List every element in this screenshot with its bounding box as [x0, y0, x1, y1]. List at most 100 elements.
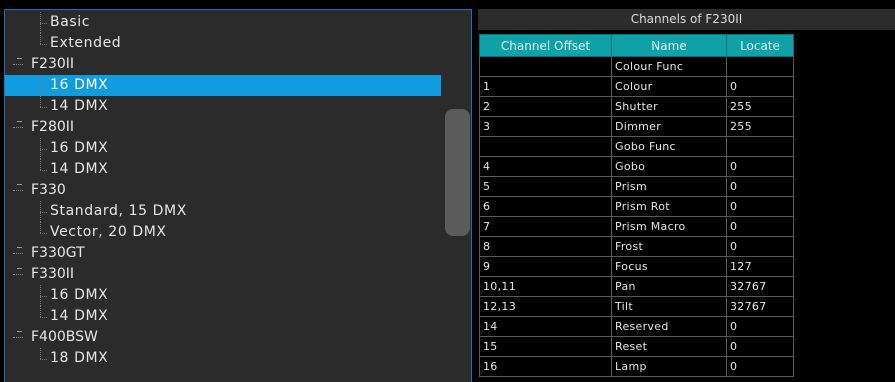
- cell-channel-offset: 10,11: [479, 276, 612, 297]
- tree-leaf[interactable]: 14 DMX: [5, 96, 441, 117]
- column-header-channel-offset[interactable]: Channel Offset: [479, 34, 612, 57]
- tree-scrollbar[interactable]: [441, 10, 471, 382]
- collapse-icon[interactable]: [17, 247, 22, 248]
- tree-connector: [40, 359, 47, 360]
- tree-leaf[interactable]: Basic: [5, 12, 441, 33]
- table-row[interactable]: 2 Shutter 255: [479, 96, 794, 117]
- tree-node[interactable]: F330II: [5, 264, 441, 285]
- table-row[interactable]: 15 Reset 0: [479, 336, 794, 357]
- tree-connector: [40, 348, 41, 359]
- tree-connector: [40, 23, 47, 24]
- cell-locate: 255: [726, 96, 794, 117]
- tree-leaf[interactable]: Extended: [5, 33, 441, 54]
- cell-channel-offset: 16: [479, 356, 612, 377]
- tree-node[interactable]: F230II: [5, 54, 441, 75]
- cell-name: Dimmer: [611, 116, 727, 137]
- table-row[interactable]: 3 Dimmer 255: [479, 116, 794, 137]
- cell-channel-offset: 4: [479, 156, 612, 177]
- cell-name: Reset: [611, 336, 727, 357]
- cell-channel-offset: 12,13: [479, 296, 612, 317]
- tree-node[interactable]: F330: [5, 180, 441, 201]
- tree-connector: [40, 96, 41, 107]
- table-row[interactable]: 4 Gobo 0: [479, 156, 794, 177]
- table-row[interactable]: 1 Colour 0: [479, 76, 794, 97]
- column-header-locate[interactable]: Locate: [726, 34, 794, 57]
- collapse-icon[interactable]: [17, 331, 22, 332]
- cell-locate: 32767: [726, 276, 794, 297]
- tree-leaf[interactable]: Vector, 20 DMX: [5, 222, 441, 243]
- tree-item-label: F330GT: [31, 245, 85, 261]
- tree-connector: [40, 12, 41, 33]
- tree-connector: [40, 159, 41, 170]
- tree-item-label: F330: [31, 182, 66, 198]
- tree-item-label: Basic: [50, 14, 91, 30]
- table-row[interactable]: Colour Func: [479, 56, 794, 77]
- tree-connector: [40, 222, 41, 233]
- tree-item-label: Extended: [50, 35, 122, 51]
- channels-title: Channels of F230II: [478, 9, 895, 31]
- cell-channel-offset: 15: [479, 336, 612, 357]
- cell-channel-offset: 5: [479, 176, 612, 197]
- tree-node[interactable]: F280II: [5, 117, 441, 138]
- scrollbar-thumb[interactable]: [445, 109, 470, 236]
- table-row[interactable]: 10,11 Pan 32767: [479, 276, 794, 297]
- collapse-icon[interactable]: [17, 58, 22, 59]
- tree-leaf[interactable]: 16 DMX: [5, 138, 441, 159]
- cell-channel-offset: [479, 136, 612, 157]
- tree-leaf[interactable]: 16 DMX: [5, 285, 441, 306]
- tree-connector: [40, 149, 47, 150]
- tree-item-label: F400BSW: [31, 329, 98, 345]
- tree-connector: [40, 33, 41, 44]
- collapse-icon[interactable]: [17, 121, 22, 122]
- cell-name: Colour Func: [611, 56, 727, 77]
- cell-name: Prism Rot: [611, 196, 727, 217]
- column-header-name[interactable]: Name: [611, 34, 727, 57]
- tree-item-label: Standard, 15 DMX: [50, 203, 187, 219]
- tree-connector: [40, 107, 47, 108]
- table-row[interactable]: 12,13 Tilt 32767: [479, 296, 794, 317]
- cell-channel-offset: 1: [479, 76, 612, 97]
- tree-leaf[interactable]: Standard, 15 DMX: [5, 201, 441, 222]
- tree-item-label: F230II: [31, 56, 75, 72]
- cell-channel-offset: 8: [479, 236, 612, 257]
- table-row[interactable]: 6 Prism Rot 0: [479, 196, 794, 217]
- table-row[interactable]: 7 Prism Macro 0: [479, 216, 794, 237]
- tree-connector: [40, 317, 47, 318]
- tree-connector: [40, 285, 41, 306]
- cell-name: Lamp: [611, 356, 727, 377]
- tree-connector: [40, 138, 41, 159]
- tree-connector: [40, 86, 47, 87]
- cell-locate: 0: [726, 356, 794, 377]
- cell-name: Pan: [611, 276, 727, 297]
- tree-item-label: 16 DMX: [50, 140, 109, 156]
- cell-locate: 32767: [726, 296, 794, 317]
- tree-connector: [40, 296, 47, 297]
- tree-leaf[interactable]: 18 DMX: [5, 348, 441, 369]
- cell-locate: 127: [726, 256, 794, 277]
- cell-locate: 0: [726, 76, 794, 97]
- table-row[interactable]: 14 Reserved 0: [479, 316, 794, 337]
- table-row[interactable]: 8 Frost 0: [479, 236, 794, 257]
- tree-leaf[interactable]: 14 DMX: [5, 306, 441, 327]
- table-row[interactable]: Gobo Func: [479, 136, 794, 157]
- tree-item-label: 16 DMX: [50, 77, 109, 93]
- table-row[interactable]: 5 Prism 0: [479, 176, 794, 197]
- cell-locate: [726, 136, 794, 157]
- tree-leaf[interactable]: 14 DMX: [5, 159, 441, 180]
- cell-channel-offset: [479, 56, 612, 77]
- cell-name: Tilt: [611, 296, 727, 317]
- collapse-icon[interactable]: [17, 268, 22, 269]
- collapse-icon[interactable]: [17, 184, 22, 185]
- cell-locate: 0: [726, 196, 794, 217]
- tree-node[interactable]: F330GT: [5, 243, 441, 264]
- tree-leaf[interactable]: 16 DMX: [5, 75, 441, 96]
- cell-locate: [726, 56, 794, 77]
- table-row[interactable]: 16 Lamp 0: [479, 356, 794, 377]
- cell-channel-offset: 6: [479, 196, 612, 217]
- cell-name: Gobo: [611, 156, 727, 177]
- tree-connector: [40, 75, 41, 96]
- table-row[interactable]: 9 Focus 127: [479, 256, 794, 277]
- tree-node[interactable]: F400BSW: [5, 327, 441, 348]
- tree-item-label: F280II: [31, 119, 75, 135]
- cell-name: Colour: [611, 76, 727, 97]
